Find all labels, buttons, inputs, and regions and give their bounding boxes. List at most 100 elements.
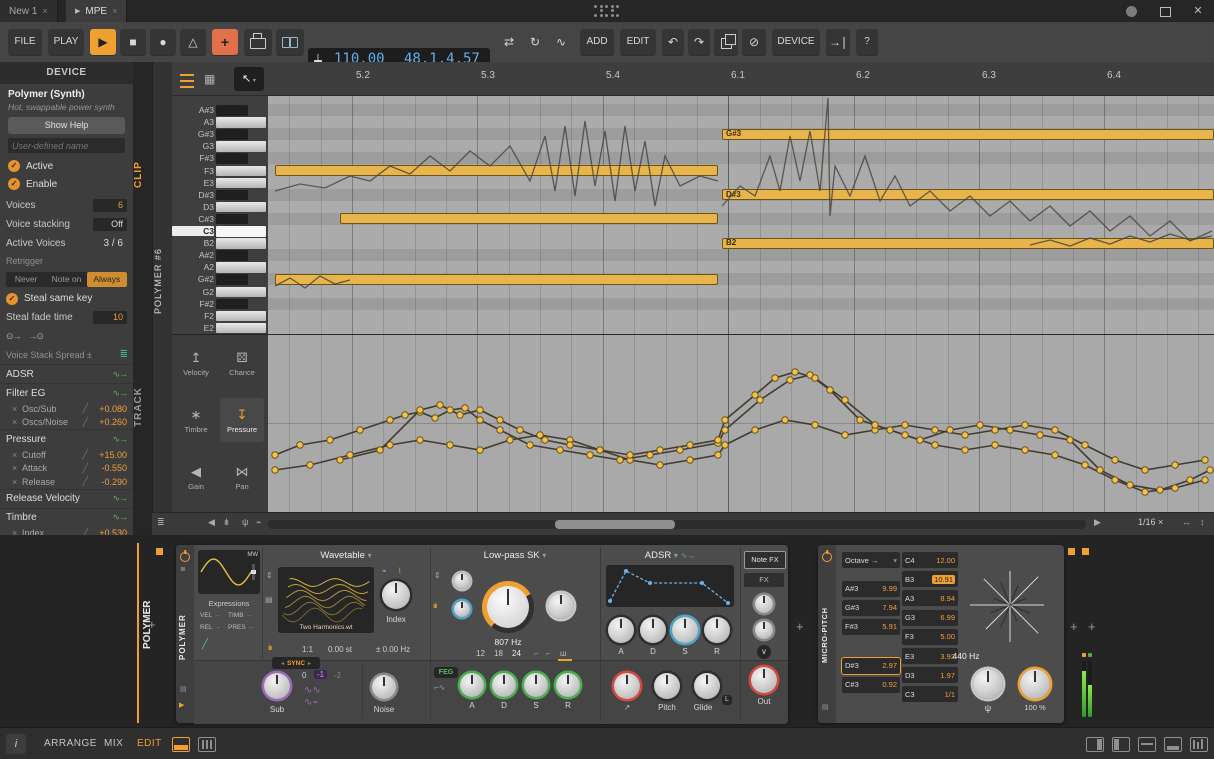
wavetable-index-knob[interactable]	[382, 581, 410, 609]
ramp2-icon[interactable]: ⌐	[546, 649, 551, 658]
piano-key[interactable]	[216, 190, 248, 201]
filter-mode-dropdown[interactable]: Low-pass SK ▾	[430, 550, 600, 561]
key-row-a-3[interactable]: A#3	[172, 104, 268, 116]
sub-knob[interactable]	[264, 673, 290, 699]
grid-settings-icon[interactable]: ▦	[204, 72, 215, 86]
remove-mod-icon[interactable]: ×	[12, 477, 22, 487]
pitch-offset-value[interactable]: 10.91	[932, 575, 955, 584]
pitch-cell-b3[interactable]: B310.91	[902, 571, 958, 587]
cancel-button[interactable]: ⊘	[742, 29, 766, 55]
remote-controls-icon[interactable]: ▤	[180, 685, 187, 693]
add-device-end-icon[interactable]: +	[1088, 619, 1096, 634]
help-button[interactable]: ?	[856, 29, 878, 55]
pitch-offset-value[interactable]: 12.00	[936, 556, 955, 565]
mod-amount-value[interactable]: -0.550	[91, 463, 127, 473]
key-row-g2[interactable]: G2	[172, 286, 268, 298]
piano-key[interactable]	[216, 178, 266, 189]
pitch-offset-value[interactable]: 1/1	[945, 690, 955, 699]
file-menu-button[interactable]: FILE	[8, 29, 42, 55]
zoom-horizontal-icon[interactable]: ↔	[1182, 517, 1191, 527]
pressure-expression-lane[interactable]	[268, 335, 1214, 512]
panel-focus-icon[interactable]: →❘	[826, 29, 850, 55]
filter-resonance-knob[interactable]	[548, 593, 574, 619]
pitch-cell-f-3[interactable]: F#35.91	[842, 619, 900, 635]
comb-icon[interactable]: ш	[560, 649, 566, 658]
close-tab-icon[interactable]: ×	[112, 6, 117, 16]
piano-key[interactable]	[216, 287, 266, 298]
piano-key[interactable]	[216, 166, 266, 177]
pitch-cell-d3[interactable]: D31.97	[902, 667, 958, 683]
key-row-c3[interactable]: C3	[172, 225, 268, 237]
key-row-f3[interactable]: F3	[172, 165, 268, 177]
expression-chance[interactable]: ⚄Chance	[220, 341, 264, 385]
slope-12[interactable]: 12	[476, 649, 485, 658]
retrigger-never[interactable]: Never	[6, 272, 46, 287]
ramp-icon[interactable]: ⌐	[534, 649, 539, 658]
env-shape-knob[interactable]	[614, 673, 640, 699]
pitch-cell-a3[interactable]: A38.94	[902, 590, 958, 606]
env-shape-icon[interactable]: ⌐∿	[434, 683, 445, 692]
add-track-button[interactable]: +	[212, 29, 238, 55]
chevron-left-icon[interactable]: ◂	[281, 660, 284, 667]
polymer-device[interactable]: ≣ POLYMER ▤ ▶ MW Expressions VEL → TIMB …	[176, 545, 788, 723]
show-help-button[interactable]: Show Help	[8, 117, 125, 134]
key-row-a2[interactable]: A2	[172, 261, 268, 273]
remove-mod-icon[interactable]: ×	[12, 450, 22, 460]
tab-track[interactable]: TRACK	[133, 382, 152, 432]
device-marker[interactable]	[1082, 548, 1089, 555]
device-name-label[interactable]: POLYMER	[178, 597, 192, 677]
fx-send-knob[interactable]	[755, 595, 773, 613]
out-knob[interactable]	[751, 667, 777, 693]
pitch-knob[interactable]	[654, 673, 680, 699]
scrollbar-thumb[interactable]	[555, 520, 675, 529]
fx-tab[interactable]: FX	[744, 573, 784, 587]
envelope-display[interactable]	[606, 565, 734, 607]
device-menu-button[interactable]: DEVICE	[772, 29, 820, 55]
mapping-panel-icon[interactable]	[1138, 737, 1156, 752]
mod-amount-value[interactable]: +15.00	[91, 450, 127, 460]
pitch-bend-knob[interactable]	[973, 669, 1003, 699]
wavetable-display[interactable]: Two Harmonics.wt	[278, 567, 374, 633]
env-mode-dropdown[interactable]: ADSR ▾ ∿→	[600, 550, 740, 561]
slope-18[interactable]: 18	[494, 649, 503, 658]
add-device-icon[interactable]: +	[796, 619, 804, 634]
wavetable-name-label[interactable]: Two Harmonics.wt	[278, 624, 374, 631]
close-tab-icon[interactable]: ×	[42, 6, 47, 16]
expression-tag-rel[interactable]: REL →	[200, 624, 221, 631]
keytrack-icon[interactable]: ▤	[265, 595, 273, 604]
sub-octave-minus2[interactable]: -2	[334, 671, 341, 680]
key-row-b2[interactable]: B2	[172, 237, 268, 249]
amp-decay-knob[interactable]	[640, 617, 666, 643]
piano-key[interactable]	[216, 226, 266, 237]
pitch-cell-g-3[interactable]: G#37.94	[842, 600, 900, 616]
sync-control[interactable]: ◂ SYNC ▸	[272, 657, 320, 669]
filter-env-route-icon[interactable]: ⇕	[434, 571, 441, 580]
key-row-f-3[interactable]: F#3	[172, 152, 268, 164]
meter-panel-icon[interactable]	[1190, 737, 1208, 752]
expression-velocity[interactable]: ↥Velocity	[174, 341, 218, 385]
osc-detune-value[interactable]: ± 0.00 Hz	[376, 645, 410, 654]
route-down-icon[interactable]: ∨	[757, 645, 771, 659]
key-row-g-3[interactable]: G#3	[172, 128, 268, 140]
filter-decay-knob[interactable]	[492, 673, 516, 697]
add-device-icon[interactable]: +	[148, 617, 156, 632]
amp-release-knob[interactable]	[704, 617, 730, 643]
micro-pitch-device[interactable]: MICRO-PITCH ▤ Octave →▾C412.00B310.91A38…	[818, 545, 1064, 723]
piano-key[interactable]	[216, 274, 248, 285]
retrigger-note-on[interactable]: Note on	[46, 272, 86, 287]
device-marker[interactable]	[156, 548, 163, 555]
transpose-icon[interactable]: ⇕	[266, 571, 273, 580]
dual-row-toggle-icon[interactable]	[198, 737, 216, 752]
remote-controls-icon[interactable]: ▤	[822, 703, 829, 711]
device-name-input[interactable]	[8, 138, 125, 153]
feg-badge[interactable]: FEG	[434, 667, 458, 678]
expression-tag-pres[interactable]: PRES →	[228, 624, 254, 631]
piano-key[interactable]	[216, 323, 266, 334]
scroll-right-icon[interactable]: ▶	[1094, 517, 1101, 528]
project-tab-mpe[interactable]: ▶ MPE ×	[66, 0, 127, 22]
pitch-offset-value[interactable]: 0.92	[882, 680, 897, 689]
fx-mix-knob[interactable]	[755, 621, 773, 639]
pitch-offset-value[interactable]: 5.91	[882, 622, 897, 631]
key-row-g3[interactable]: G3	[172, 140, 268, 152]
scroll-left-icon[interactable]: ◀	[208, 517, 215, 528]
